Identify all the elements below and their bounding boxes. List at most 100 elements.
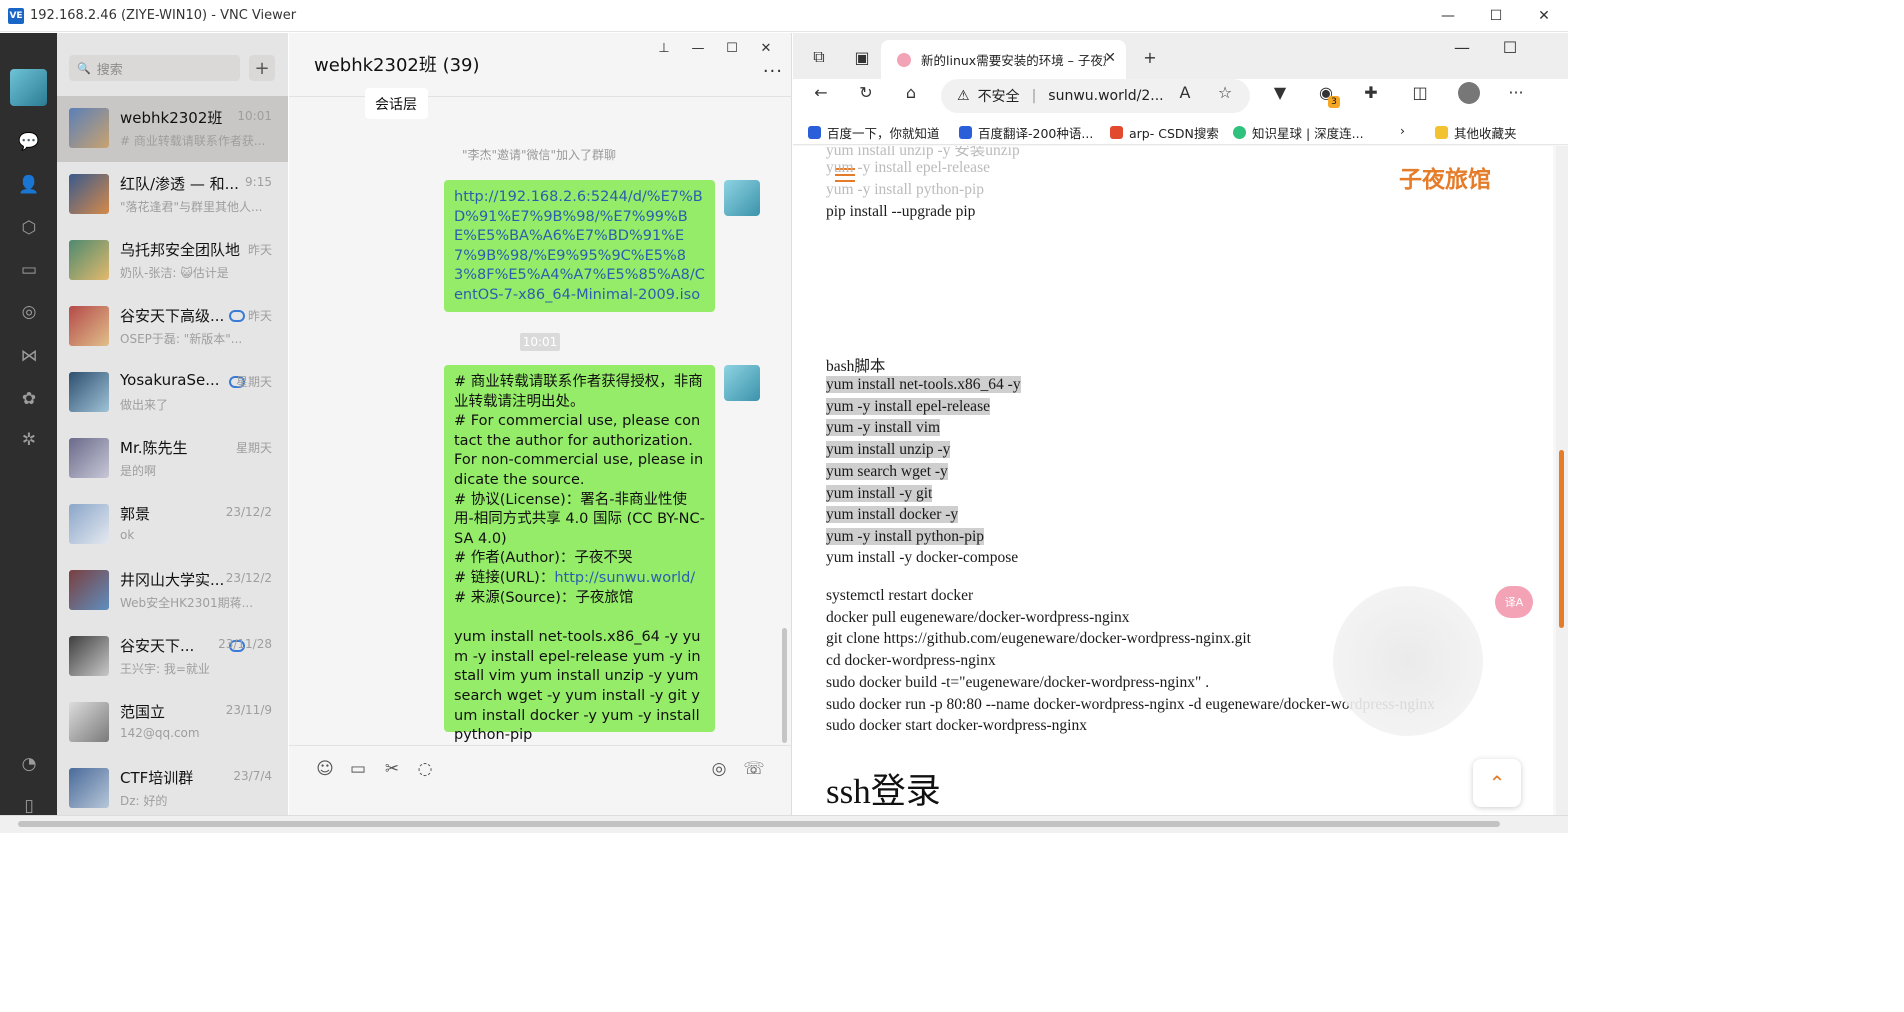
favorite-star-icon[interactable]: ☆ — [1213, 80, 1237, 104]
split-screen-icon[interactable]: ◫ — [1408, 80, 1432, 104]
chat-history-icon[interactable]: ◌ — [414, 758, 436, 780]
favorites-overflow-icon[interactable]: › — [1400, 123, 1405, 138]
message-link[interactable]: http://192.168.2.6:5244/d/%E7%BD%91%E7%9… — [454, 189, 705, 303]
moments-icon[interactable]: ◎ — [18, 301, 40, 323]
chat-name: 谷安天下高级... — [120, 307, 225, 325]
warning-icon: ⚠ — [957, 88, 970, 104]
folder-icon[interactable]: ▭ — [18, 259, 40, 281]
file-icon[interactable]: ▭ — [347, 758, 369, 780]
site-favicon-icon — [897, 52, 911, 67]
mini-program-icon[interactable]: ✿ — [18, 388, 40, 410]
close-button[interactable]: ✕ — [1520, 0, 1568, 32]
chat-list-item[interactable]: webhk2302班 10:01 # 商业转载请联系作者获... — [57, 96, 288, 162]
scrollbar-thumb[interactable] — [18, 821, 1500, 827]
vnc-horizontal-scrollbar[interactable] — [0, 815, 1568, 833]
address-bar[interactable]: ⚠ 不安全 | sunwu.world/2... — [941, 79, 1250, 113]
code-line: docker pull eugeneware/docker-wordpress-… — [826, 608, 1130, 626]
message-line: # 来源(Source)：子夜旅馆 — [454, 589, 634, 606]
chat-list-item[interactable]: 谷安天下高级... 昨天 OSEP于磊: "新版本"... — [57, 294, 288, 360]
favorites-icon[interactable]: ⬡ — [18, 217, 40, 239]
user-avatar[interactable] — [10, 69, 47, 106]
scrollbar-thumb[interactable] — [1559, 450, 1564, 628]
other-favorites[interactable]: 其他收藏夹 — [1435, 123, 1517, 142]
workspaces-icon[interactable]: ⧉ — [807, 45, 831, 69]
chat-preview: ok — [120, 528, 135, 542]
code-line: yum install net-tools.x86_64 -y — [826, 376, 1021, 393]
chat-list-item[interactable]: 井冈山大学实... 23/12/2 Web安全HK2301期蒋... — [57, 558, 288, 624]
maximize-button[interactable]: ☐ — [1472, 0, 1520, 32]
phone-icon[interactable]: ▯ — [18, 795, 40, 817]
more-icon[interactable]: ··· — [763, 61, 783, 82]
message-bubble-other[interactable]: 会话层 — [365, 88, 428, 119]
chat-list-item[interactable]: CTF培训群 23/7/4 Dz: 好的 — [57, 756, 288, 815]
chat-list-item[interactable]: 范国立 23/11/9 142@qq.com — [57, 690, 288, 756]
chat-list-item[interactable]: 红队/渗透 — 和... 9:15 "落花逢君"与群里其他人... — [57, 162, 288, 228]
favorite-item[interactable]: 百度一下，你就知道 — [808, 123, 940, 142]
chat-preview: OSEP于磊: "新版本"... — [120, 332, 243, 346]
message-line: # 链接(URL)：http://sunwu.world/ — [454, 569, 696, 586]
call-icon[interactable]: ☏ — [743, 758, 765, 780]
settings-more-icon[interactable]: ··· — [1504, 80, 1528, 104]
message-bubble-self[interactable]: # 商业转载请联系作者获得授权，非商业转载请注明出处。 # For commer… — [444, 365, 715, 743]
back-to-top-button[interactable]: ⌃ — [1473, 759, 1521, 807]
section-label: bash脚本 — [826, 358, 886, 375]
mini-apps-icon[interactable]: ◔ — [18, 753, 40, 775]
chat-list-item[interactable]: 乌托邦安全团队地... 昨天奶队-张洁: 😺估计是 — [57, 228, 288, 294]
site-brand[interactable]: 子夜旅馆 — [1399, 160, 1491, 194]
search-input[interactable]: 🔍 搜索 — [69, 55, 240, 81]
chat-minimize-button[interactable]: — — [681, 37, 715, 59]
favorite-item[interactable]: 知识星球 | 深度连... — [1233, 123, 1364, 142]
read-aloud-icon[interactable]: A — [1173, 80, 1197, 104]
chat-list-item[interactable]: YosakuraSe... 星期天 做出来了 — [57, 360, 288, 426]
chat-time: 昨天 — [247, 243, 272, 257]
browser-minimize-button[interactable]: — — [1450, 35, 1474, 59]
search-feature-icon[interactable]: ✲ — [18, 429, 40, 451]
chat-name: CTF培训群 — [120, 769, 194, 787]
channels-icon[interactable]: ⋈ — [18, 345, 40, 367]
chat-maximize-button[interactable]: ☐ — [715, 37, 749, 59]
tab-active[interactable]: 新的linux需要安装的环境 – 子夜旅馆 ✕ — [881, 40, 1126, 79]
chat-list-item[interactable]: 郭景 23/12/2 ok — [57, 492, 288, 558]
chat-icon[interactable]: 💬 — [18, 131, 40, 153]
message-line: # For commercial use, please contact the… — [454, 413, 704, 488]
minimize-button[interactable]: — — [1424, 0, 1472, 32]
extensions-icon[interactable]: ✚ — [1359, 80, 1383, 104]
pin-icon[interactable]: ⊥ — [647, 37, 681, 59]
chat-close-button[interactable]: ✕ — [749, 37, 783, 59]
chat-list-panel: 🔍 搜索 + webhk2302班 10:01 # 商业转载请联系作者获... 红队/… — [57, 33, 288, 815]
screenshot-icon[interactable]: ✂ — [381, 758, 403, 780]
contacts-icon[interactable]: 👤 — [18, 174, 40, 196]
chat-scrollbar[interactable] — [782, 628, 787, 743]
extension-v-icon[interactable]: ▼ — [1268, 80, 1292, 104]
tab-actions-icon[interactable]: ▣ — [850, 45, 874, 69]
chat-preview: "落花逢君"与群里其他人... — [120, 200, 263, 214]
code-line: systemctl restart docker — [826, 587, 974, 604]
message-link[interactable]: http://sunwu.world/ — [554, 570, 695, 586]
favorite-item[interactable]: 百度翻译-200种语... — [959, 123, 1093, 142]
chat-avatar — [69, 372, 109, 412]
favorite-item[interactable]: arp- CSDN搜索 — [1110, 123, 1219, 142]
chat-preview: 做出来了 — [120, 398, 169, 412]
chat-time: 星期天 — [235, 375, 272, 389]
browser-maximize-button[interactable]: ☐ — [1498, 35, 1522, 59]
home-icon[interactable]: ⌂ — [899, 80, 923, 104]
chat-avatar — [69, 306, 109, 346]
wechat-sidebar-rail: 💬 👤 ⬡ ▭ ◎ ⋈ ✿ ✲ ◔ ▯ — [0, 33, 57, 817]
back-icon[interactable]: ← — [809, 80, 833, 104]
tab-close-icon[interactable]: ✕ — [1104, 50, 1116, 66]
self-avatar[interactable] — [724, 180, 760, 216]
message-bubble-self[interactable]: http://192.168.2.6:5244/d/%E7%BD%91%E7%9… — [444, 180, 715, 312]
chat-time: 23/12/2 — [225, 571, 272, 585]
profile-avatar[interactable] — [1458, 82, 1480, 104]
refresh-icon[interactable]: ↻ — [854, 80, 878, 104]
chat-list-item[interactable]: 谷安天下... 23/11/28 王兴宇: 我=就业 — [57, 624, 288, 690]
divider — [289, 745, 792, 746]
translate-button[interactable]: 译A — [1495, 586, 1533, 618]
new-tab-icon[interactable]: + — [1138, 45, 1162, 69]
self-avatar[interactable] — [724, 365, 760, 401]
chat-list-item[interactable]: Mr.陈先生 星期天 是的啊 — [57, 426, 288, 492]
live-icon[interactable]: ◎ — [708, 758, 730, 780]
emoji-icon[interactable]: ☺ — [314, 758, 336, 780]
page-scrollbar[interactable] — [1556, 146, 1568, 815]
add-button[interactable]: + — [249, 55, 275, 81]
